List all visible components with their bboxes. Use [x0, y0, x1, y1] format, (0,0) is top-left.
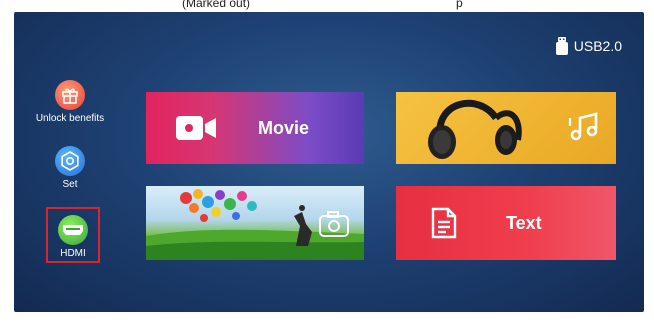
tile-movie[interactable]: Movie	[146, 92, 364, 164]
hdmi-icon	[58, 215, 88, 245]
tile-music[interactable]	[396, 92, 616, 164]
tile-photo[interactable]	[146, 186, 364, 260]
sidebar-item-label: HDMI	[60, 248, 86, 259]
usb-label: USB2.0	[573, 38, 622, 54]
sidebar-item-unlock-benefits[interactable]: Unlock benefits	[26, 80, 114, 124]
photo-tile-image	[146, 189, 364, 260]
sidebar-item-hdmi[interactable]: HDMI	[46, 207, 100, 263]
top-caption-right: p	[456, 0, 463, 10]
sidebar-item-label: Unlock benefits	[35, 113, 105, 124]
sidebar-item-label: Set	[62, 179, 78, 190]
gift-icon	[55, 80, 85, 110]
music-note-icon	[568, 112, 598, 141]
video-camera-icon	[176, 116, 216, 140]
tile-text[interactable]: Text	[396, 186, 616, 260]
headphones-image	[428, 99, 522, 159]
home-screen: USB2.0 Unlock benefits Set HDMI Movie Te…	[14, 12, 644, 312]
usb-status[interactable]: USB2.0	[555, 36, 622, 56]
document-icon	[431, 207, 457, 239]
top-caption-left: (Marked out)	[182, 0, 251, 10]
sidebar-item-set[interactable]: Set	[46, 146, 94, 190]
settings-icon	[55, 146, 85, 176]
tile-text-label: Text	[506, 212, 542, 233]
tile-movie-label: Movie	[258, 117, 310, 138]
usb-drive-icon	[555, 37, 568, 55]
